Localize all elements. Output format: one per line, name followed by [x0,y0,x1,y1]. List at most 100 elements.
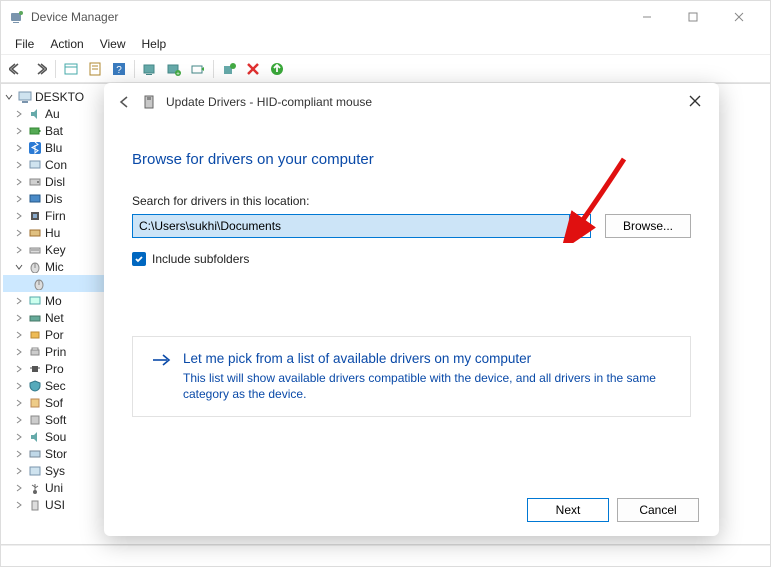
chevron-right-icon[interactable] [13,329,25,341]
properties-button[interactable] [84,58,106,80]
tree-label: Con [45,158,67,172]
tree-node[interactable]: Uni [3,479,119,496]
chevron-right-icon[interactable] [13,108,25,120]
tree-root[interactable]: DESKTO [3,88,119,105]
tree-node[interactable]: Pro [3,360,119,377]
chevron-right-icon[interactable] [13,346,25,358]
include-subfolders-row[interactable]: Include subfolders [132,252,691,266]
chevron-right-icon[interactable] [13,227,25,239]
tree-node[interactable]: Sof [3,394,119,411]
browse-button[interactable]: Browse... [605,214,691,238]
chevron-right-icon[interactable] [13,363,25,375]
update-driver-button[interactable] [187,58,209,80]
tree-label: Mic [45,260,64,274]
tree-node[interactable]: Sec [3,377,119,394]
search-location-label: Search for drivers in this location: [132,194,691,208]
chevron-right-icon[interactable] [13,125,25,137]
system-icon [27,463,43,479]
chevron-down-icon[interactable] [3,91,15,103]
chevron-right-icon[interactable] [13,159,25,171]
chevron-right-icon[interactable] [13,312,25,324]
tree-node[interactable]: Bat [3,122,119,139]
tree-node[interactable]: USI [3,496,119,513]
chevron-right-icon[interactable] [13,499,25,511]
add-legacy-button[interactable]: + [163,58,185,80]
tree-node[interactable]: Au [3,105,119,122]
driver-path-combobox[interactable]: C:\Users\sukhi\Documents [132,214,591,238]
dialog-close-button[interactable] [675,87,715,115]
device-tree[interactable]: DESKTO Au Bat Blu Con Disl Dis Firn Hu K… [1,84,121,544]
scan-hardware-button[interactable] [139,58,161,80]
chevron-right-icon[interactable] [13,193,25,205]
minimize-button[interactable] [624,1,670,33]
toolbar: ? + [1,55,770,83]
chevron-right-icon[interactable] [13,397,25,409]
tree-node[interactable]: Prin [3,343,119,360]
path-row: C:\Users\sukhi\Documents Browse... [132,214,691,238]
tree-node[interactable]: Disl [3,173,119,190]
tree-node[interactable]: Mo [3,292,119,309]
chevron-right-icon[interactable] [13,210,25,222]
tree-label: Dis [45,192,62,206]
driver-path-input[interactable]: C:\Users\sukhi\Documents [133,215,570,237]
tree-node[interactable]: Dis [3,190,119,207]
tree-node[interactable]: Hu [3,224,119,241]
update-driver-dialog: Update Drivers - HID-compliant mouse Bro… [104,83,719,536]
tree-label: Sec [45,379,66,393]
forward-button[interactable] [29,58,51,80]
chevron-down-icon[interactable] [570,215,590,237]
chevron-right-icon[interactable] [13,295,25,307]
menu-file[interactable]: File [7,35,42,53]
chevron-right-icon[interactable] [13,482,25,494]
hid-icon [27,225,43,241]
back-button[interactable] [114,91,136,113]
tree-label: Firn [45,209,66,223]
chevron-down-icon[interactable] [13,261,25,273]
tree-node-mice[interactable]: Mic [3,258,119,275]
dialog-footer: Next Cancel [104,486,719,536]
usb-icon [27,497,43,513]
tree-node[interactable]: Por [3,326,119,343]
chevron-right-icon[interactable] [13,244,25,256]
chevron-right-icon[interactable] [13,431,25,443]
enable-button[interactable] [266,58,288,80]
menubar: File Action View Help [1,33,770,55]
chevron-right-icon[interactable] [13,380,25,392]
tree-node[interactable]: Firn [3,207,119,224]
include-subfolders-checkbox[interactable] [132,252,146,266]
disable-button[interactable] [242,58,264,80]
tree-node-mouse-device[interactable] [3,275,119,292]
tree-node[interactable]: Stor [3,445,119,462]
software-icon [27,412,43,428]
chevron-right-icon[interactable] [13,414,25,426]
firmware-icon [27,208,43,224]
dialog-title: Update Drivers - HID-compliant mouse [166,95,372,109]
tree-node[interactable]: Soft [3,411,119,428]
next-button[interactable]: Next [527,498,609,522]
menu-view[interactable]: View [92,35,134,53]
maximize-button[interactable] [670,1,716,33]
svg-text:+: + [176,71,180,76]
tree-node[interactable]: Sys [3,462,119,479]
tree-label: Uni [45,481,63,495]
back-button[interactable] [5,58,27,80]
help-button[interactable]: ? [108,58,130,80]
close-button[interactable] [716,1,762,33]
uninstall-button[interactable] [218,58,240,80]
menu-action[interactable]: Action [42,35,91,53]
cancel-button[interactable]: Cancel [617,498,699,522]
tree-node[interactable]: Key [3,241,119,258]
tree-node[interactable]: Blu [3,139,119,156]
chevron-right-icon[interactable] [13,142,25,154]
menu-help[interactable]: Help [134,35,175,53]
tree-label: Net [45,311,64,325]
chevron-right-icon[interactable] [13,465,25,477]
pick-from-list-option[interactable]: Let me pick from a list of available dri… [132,336,691,417]
tree-node[interactable]: Con [3,156,119,173]
dialog-heading: Browse for drivers on your computer [132,151,691,168]
chevron-right-icon[interactable] [13,448,25,460]
tree-node[interactable]: Sou [3,428,119,445]
tree-node[interactable]: Net [3,309,119,326]
show-hide-console-button[interactable] [60,58,82,80]
chevron-right-icon[interactable] [13,176,25,188]
